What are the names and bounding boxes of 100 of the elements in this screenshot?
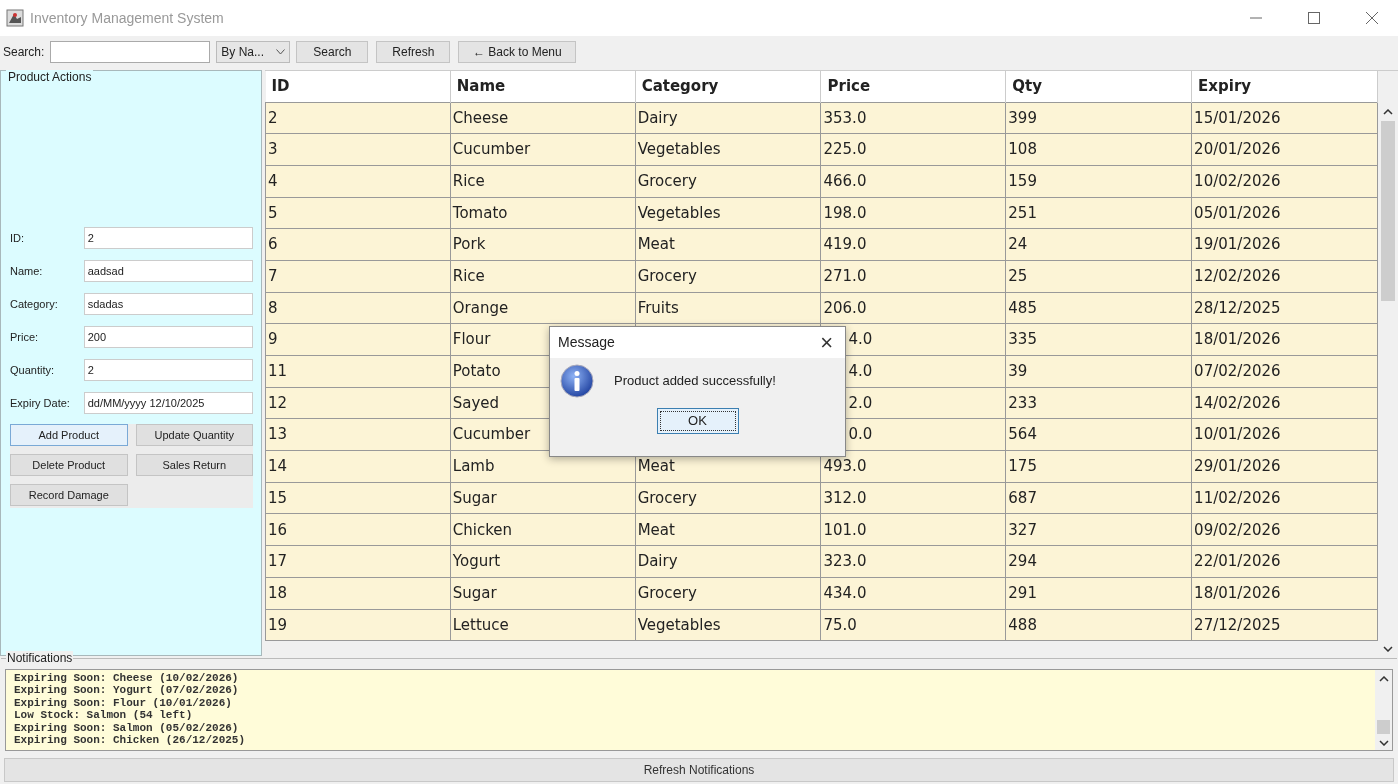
table-cell: 419.0 <box>823 235 867 254</box>
table-row[interactable]: 19 Lettuce Vegetables 75.0 488 27/12/2025 <box>265 609 1378 641</box>
scrollbar-thumb[interactable] <box>1381 121 1395 301</box>
table-row[interactable]: 16 Chicken Meat 101.0 327 09/02/2026 <box>265 513 1378 546</box>
column-header[interactable]: Name <box>450 71 636 102</box>
table-cell: Grocery <box>637 171 697 190</box>
table-cell: 2 <box>268 108 278 127</box>
table-row[interactable]: 18 Sugar Grocery 434.0 291 18/01/2026 <box>265 577 1378 609</box>
table-cell: 10/01/2026 <box>1194 425 1281 444</box>
input-field[interactable]: dd/MM/yyyy 12/10/2025 <box>83 392 253 414</box>
search-field[interactable] <box>50 41 211 63</box>
column-header[interactable]: Price <box>821 71 1006 102</box>
scroll-down-icon[interactable] <box>1378 740 1389 746</box>
input-field[interactable]: sdadas <box>83 293 253 315</box>
table-cell: 18/01/2026 <box>1194 583 1281 602</box>
table-row[interactable]: 4 Rice Grocery 466.0 159 10/02/2026 <box>265 165 1378 198</box>
table-cell: 20/01/2026 <box>1194 140 1281 159</box>
column-header[interactable]: Qty <box>1005 71 1192 102</box>
input-field[interactable]: 2 <box>83 359 253 381</box>
scroll-down-icon[interactable] <box>1383 646 1393 652</box>
action-button[interactable]: Sales Return <box>135 454 253 476</box>
table-cell: Flour <box>452 330 491 349</box>
table-cell: 19/01/2026 <box>1194 235 1281 254</box>
table-row[interactable]: 5 Tomato Vegetables 198.0 251 05/01/2026 <box>265 197 1378 229</box>
table-cell: 25 <box>1008 267 1028 286</box>
input-field[interactable]: 200 <box>83 326 253 348</box>
toolbar-button[interactable]: Refresh <box>376 41 451 63</box>
table-row[interactable]: 6 Pork Meat 419.0 24 19/01/2026 <box>265 228 1378 261</box>
column-header[interactable]: Expiry <box>1191 71 1378 102</box>
table-cell: 09/02/2026 <box>1194 520 1281 539</box>
table-row[interactable]: 2 Cheese Dairy 353.0 399 15/01/2026 <box>265 102 1378 134</box>
field-label: Category: <box>10 296 59 312</box>
table-cell: Rice <box>452 171 485 190</box>
filter-dropdown[interactable]: By Na... <box>216 41 291 63</box>
chevron-icon <box>276 49 286 55</box>
scrollbar[interactable] <box>1375 670 1392 750</box>
table-cell: 8 <box>268 298 278 317</box>
table-cell: 16 <box>268 520 288 539</box>
table-cell: 39 <box>1008 362 1028 381</box>
scrollbar-thumb[interactable] <box>1377 720 1390 734</box>
info-icon <box>560 364 594 398</box>
table-cell: 312.0 <box>823 488 867 507</box>
table-cell: Cheese <box>452 108 509 127</box>
table-cell: 12 <box>268 393 288 412</box>
table-cell: Grocery <box>637 488 697 507</box>
dialog-title: Message <box>558 333 615 352</box>
toolbar-button[interactable]: Search <box>296 41 369 63</box>
table-cell: 14/02/2026 <box>1194 393 1281 412</box>
table-cell: Vegetables <box>637 203 721 222</box>
close-button[interactable]: × <box>816 331 837 354</box>
input-field[interactable]: aadsad <box>83 260 253 282</box>
maximize-icon[interactable] <box>1308 12 1320 24</box>
action-button[interactable]: Update Quantity <box>135 424 253 446</box>
action-button[interactable]: Delete Product <box>10 454 128 476</box>
table-cell: 233 <box>1008 393 1037 412</box>
table-cell: 17 <box>268 552 288 571</box>
table-cell: 6 <box>268 235 278 254</box>
table-row[interactable]: 8 Orange Fruits 206.0 485 28/12/2025 <box>265 292 1378 324</box>
table-cell: 687 <box>1008 488 1037 507</box>
close-icon[interactable] <box>1366 12 1378 24</box>
action-button[interactable]: Record Damage <box>10 484 128 506</box>
ok-button[interactable]: OK <box>656 408 739 434</box>
action-button[interactable]: Add Product <box>10 424 128 446</box>
column-header[interactable]: ID <box>265 71 451 102</box>
toolbar-button[interactable]: ← Back to Menu <box>458 41 577 63</box>
table-row[interactable]: 15 Sugar Grocery 312.0 687 11/02/2026 <box>265 482 1378 514</box>
table-cell: 251 <box>1008 203 1037 222</box>
table-cell: Sugar <box>452 488 497 507</box>
table-cell: 12/02/2026 <box>1194 267 1281 286</box>
search-label: Search: <box>3 44 45 61</box>
window-title: Inventory Management System <box>30 8 224 28</box>
refresh-notifications-button[interactable]: Refresh Notifications <box>4 758 1394 782</box>
table-cell: Grocery <box>637 583 697 602</box>
table-row[interactable]: 17 Yogurt Dairy 323.0 294 22/01/2026 <box>265 545 1378 578</box>
notification-line: Expiring Soon: Flour (10/01/2026) <box>14 696 233 710</box>
column-header[interactable]: Category <box>635 71 821 102</box>
notifications-title: Notifications <box>6 651 74 665</box>
table-cell: 07/02/2026 <box>1194 362 1281 381</box>
table-cell: Potato <box>452 362 501 381</box>
table-row[interactable]: 3 Cucumber Vegetables 225.0 108 20/01/2026 <box>265 133 1378 166</box>
table-cell: 399 <box>1008 108 1037 127</box>
table-cell: 294 <box>1008 552 1037 571</box>
table-row[interactable]: 7 Rice Grocery 271.0 25 12/02/2026 <box>265 260 1378 293</box>
field-label: Expiry Date: <box>10 395 71 411</box>
notification-line: Expiring Soon: Salmon (05/02/2026) <box>14 721 240 735</box>
panel-title: Product Actions <box>6 70 94 84</box>
table-cell: Meat <box>637 457 675 476</box>
scroll-up-icon[interactable] <box>1383 109 1393 115</box>
table-cell: 10/02/2026 <box>1194 171 1281 190</box>
table-cell: 466.0 <box>823 171 867 190</box>
table-cell-text: 0.0 <box>848 424 873 446</box>
input-field[interactable]: 2 <box>83 227 253 249</box>
table-cell-text: 4.0 <box>848 329 873 351</box>
table-cell: 108 <box>1008 140 1037 159</box>
table-cell: 13 <box>268 425 288 444</box>
table-cell: 19 <box>268 615 288 634</box>
dialog-message: Product added successfully! <box>614 372 776 391</box>
table-cell: Lettuce <box>452 615 509 634</box>
table-cell: 5 <box>268 203 278 222</box>
scroll-up-icon[interactable] <box>1378 676 1389 682</box>
